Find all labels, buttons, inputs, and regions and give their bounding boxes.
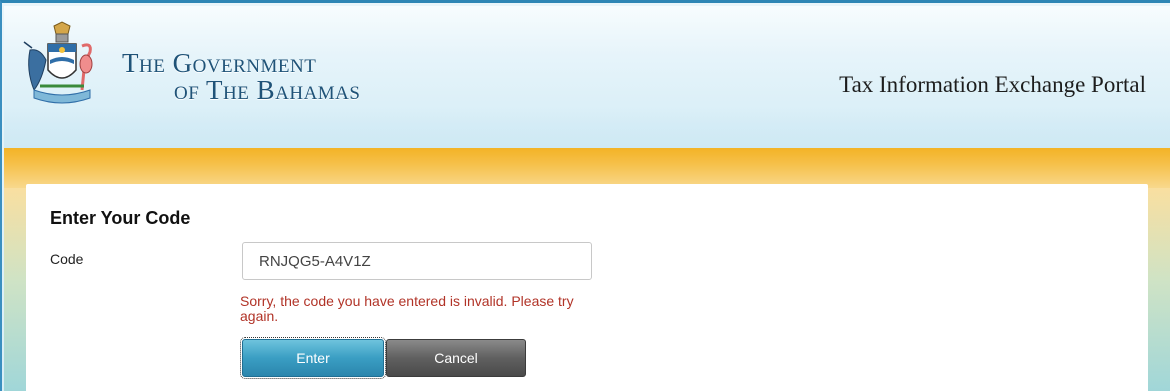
- right-gradient-border: [1148, 188, 1170, 391]
- page-frame: The Government of The Bahamas Tax Inform…: [0, 0, 1170, 391]
- site-header: The Government of The Bahamas Tax Inform…: [4, 6, 1170, 148]
- cancel-button[interactable]: Cancel: [386, 339, 526, 377]
- coat-of-arms-icon: [23, 21, 93, 104]
- code-entry-panel: Enter Your Code Code Sorry, the code you…: [26, 184, 1148, 391]
- error-message: Sorry, the code you have entered is inva…: [240, 293, 574, 324]
- form-title: Enter Your Code: [50, 208, 191, 228]
- code-input[interactable]: [242, 242, 592, 280]
- code-label: Code: [50, 251, 84, 267]
- portal-title: Tax Information Exchange Portal: [839, 72, 1146, 97]
- government-name-line2: of The Bahamas: [174, 75, 361, 105]
- left-gradient-border: [4, 188, 26, 391]
- government-name-line1: The Government: [122, 48, 317, 78]
- enter-button[interactable]: Enter: [240, 337, 386, 379]
- header-gold-band: [4, 148, 1170, 188]
- government-name: The Government of The Bahamas: [122, 50, 360, 104]
